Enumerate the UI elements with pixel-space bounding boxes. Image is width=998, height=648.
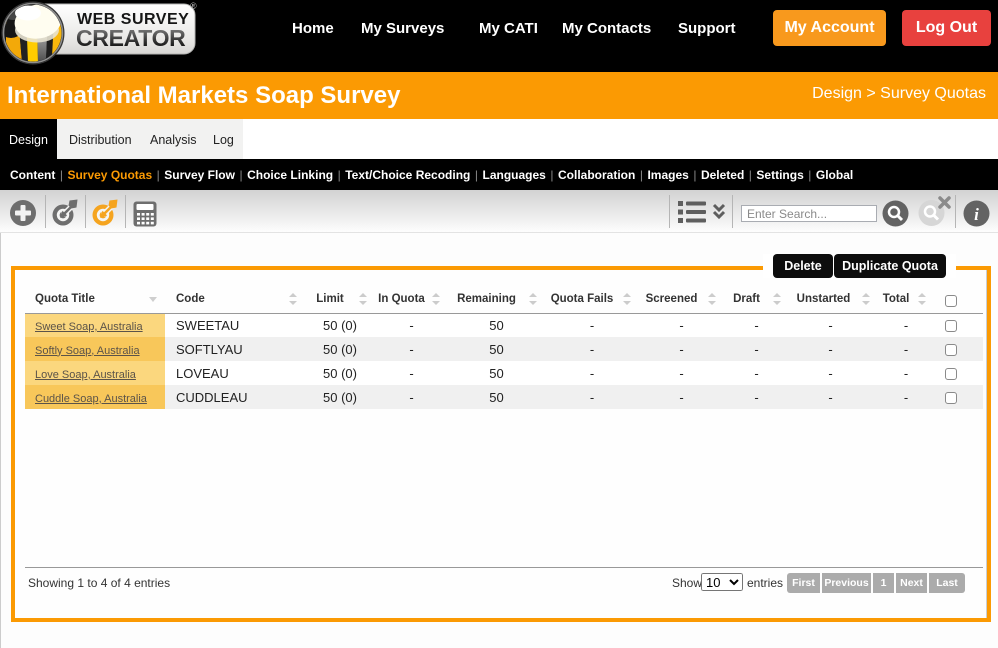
svg-text:CREATOR: CREATOR <box>76 25 186 51</box>
svg-text:i: i <box>974 205 979 224</box>
svg-text:®: ® <box>190 1 197 11</box>
